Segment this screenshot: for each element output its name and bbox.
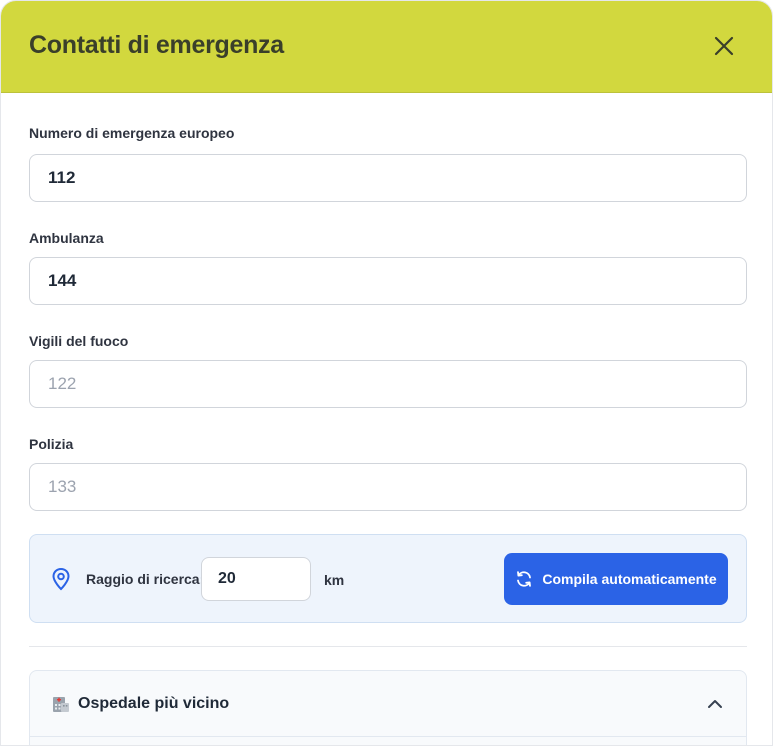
chevron-up-icon	[708, 700, 722, 708]
fire-brigade-input[interactable]	[29, 360, 747, 408]
autofill-button-label: Compila automaticamente	[542, 571, 717, 587]
section-divider	[29, 646, 747, 647]
search-radius-input[interactable]	[201, 557, 311, 601]
ambulance-label: Ambulanza	[29, 230, 104, 246]
autofill-button[interactable]: Compila automaticamente	[504, 553, 728, 605]
refresh-icon	[517, 571, 532, 587]
police-label: Polizia	[29, 436, 74, 452]
modal-header: Contatti di emergenza	[1, 1, 772, 93]
nearest-hospital-toggle[interactable]: Ospedale più vicino	[30, 671, 746, 737]
close-icon	[714, 36, 734, 56]
radius-unit-label: km	[324, 572, 345, 588]
search-radius-panel: Raggio di ricerca: km Compila automatica…	[29, 534, 747, 623]
modal-title: Contatti di emergenza	[29, 31, 284, 59]
emergency-contacts-modal: Contatti di emergenza Numero di emergenz…	[0, 0, 773, 746]
european-emergency-input[interactable]	[29, 154, 747, 202]
nearest-hospital-section: Ospedale più vicino	[29, 670, 747, 745]
search-radius-label: Raggio di ricerca:	[86, 571, 205, 587]
nearest-hospital-title: Ospedale più vicino	[78, 695, 230, 712]
hospital-icon	[53, 697, 69, 712]
police-input[interactable]	[29, 463, 747, 511]
fire-brigade-label: Vigili del fuoco	[29, 333, 129, 349]
european-emergency-label: Numero di emergenza europeo	[29, 125, 235, 141]
ambulance-input[interactable]	[29, 257, 747, 305]
close-button[interactable]	[707, 29, 741, 63]
map-pin-icon	[52, 567, 70, 591]
